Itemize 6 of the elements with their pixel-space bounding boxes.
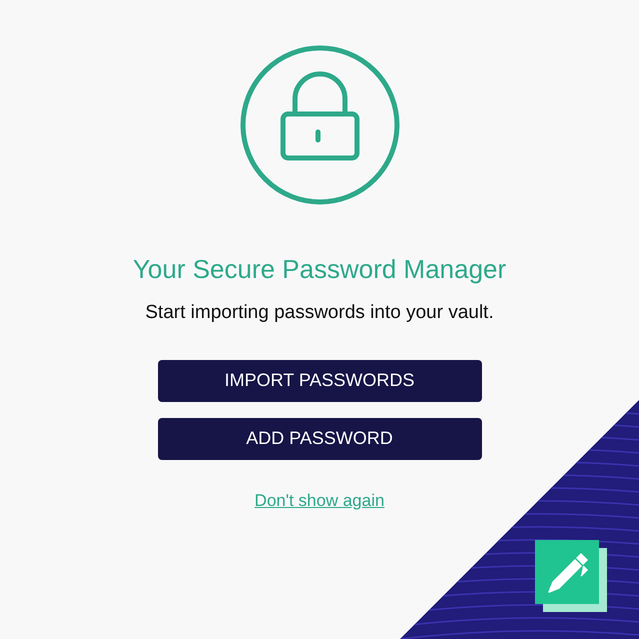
title: Your Secure Password Manager: [132, 254, 506, 286]
lock-icon: [238, 44, 400, 206]
subtitle: Start importing passwords into your vault.: [145, 301, 494, 326]
pen-icon[interactable]: [535, 540, 607, 612]
action-button[interactable]: ADD PASSWORD: [158, 418, 482, 460]
action-button[interactable]: IMPORT PASSWORDS: [158, 360, 482, 402]
